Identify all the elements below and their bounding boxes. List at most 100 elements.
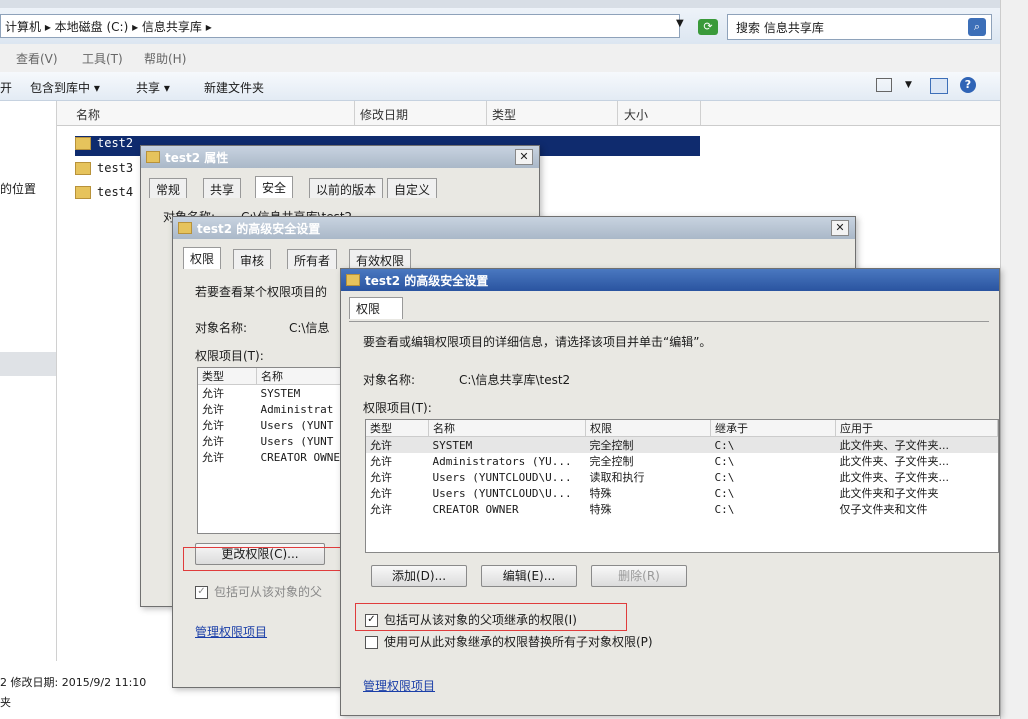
row-applies-to: 此文件夹、子文件夹... [839, 471, 950, 484]
file-row[interactable]: test3 [75, 161, 133, 181]
row-name: Administrators (YU... [432, 454, 572, 468]
open-button[interactable]: 开 [0, 79, 12, 96]
dialog-titlebar: test2 的高级安全设置 [341, 269, 999, 291]
row-permission: 完全控制 [589, 455, 634, 468]
column-divider[interactable] [617, 101, 618, 125]
table-row[interactable]: 允许 CREATOR OWNE [198, 449, 344, 465]
row-name: SYSTEM [260, 386, 301, 400]
column-type[interactable]: 类型 [492, 106, 516, 123]
column-divider[interactable] [700, 101, 701, 125]
tab-effective-permissions[interactable]: 有效权限 [349, 249, 412, 269]
advanced-security-dialog-front: test2 的高级安全设置 权限 要查看或编辑权限项目的详细信息，请选择该项目并… [340, 268, 1000, 716]
inherit-checkbox-row[interactable]: ✓ 包括可从该对象的父 [195, 583, 322, 600]
tab-permissions[interactable]: 权限 [349, 297, 403, 319]
table-row[interactable]: 允许 CREATOR OWNER 特殊 C:\ 仅子文件夹和文件 [366, 501, 998, 517]
column-applies-to[interactable]: 应用于 [835, 420, 998, 437]
column-name[interactable]: 名称 [428, 420, 586, 437]
new-folder-button[interactable]: 新建文件夹 [204, 79, 264, 96]
table-row[interactable]: 允许 Users (YUNT [198, 433, 344, 449]
edit-button[interactable]: 编辑(E)... [481, 565, 577, 587]
row-inherited-from: C:\ [714, 502, 735, 516]
tab-owner[interactable]: 所有者 [287, 249, 338, 269]
folder-icon [178, 222, 192, 234]
close-icon[interactable]: ✕ [831, 220, 849, 236]
close-icon[interactable]: ✕ [515, 149, 533, 165]
checkbox[interactable]: ✓ [195, 586, 208, 599]
view-dropdown-icon[interactable]: ▼ [905, 80, 912, 90]
table-row[interactable]: 允许 Users (YUNTCLOUD\U... 读取和执行 C:\ 此文件夹、子文件夹… [366, 469, 998, 485]
permission-list[interactable]: 类型 名称 允许 SYSTEM 允许 Administrat 允许 Users (YUN… [197, 367, 349, 534]
replace-label: 使用可从此对象继承的权限替换所有子对象权限(P) [384, 635, 653, 649]
dialog-title: test2 的高级安全设置 [197, 222, 321, 236]
breadcrumb[interactable]: 计算机 ▸ 本地磁盘 (C:) ▸ 信息共享库 ▸ [0, 14, 680, 38]
tab-security[interactable]: 安全 [255, 176, 294, 198]
scrollbar[interactable] [1000, 0, 1028, 719]
row-name: Administrat [260, 402, 334, 416]
row-applies-to: 此文件夹、子文件夹... [839, 439, 950, 452]
nav-item-locations[interactable]: 的位置 [0, 180, 36, 197]
menu-help[interactable]: 帮助(H) [144, 50, 186, 67]
folder-icon [75, 162, 91, 175]
column-type[interactable]: 类型 [366, 420, 429, 437]
search-icon[interactable]: ⌕ [968, 18, 986, 36]
permission-list[interactable]: 类型 名称 权限 继承于 应用于 允许 SYSTEM 完全控制 C:\ 此文件夹、子文件… [365, 419, 999, 553]
column-name[interactable]: 名称 [256, 368, 345, 385]
column-divider[interactable] [354, 101, 355, 125]
table-row[interactable]: 允许 Users (YUNT [198, 417, 344, 433]
tab-previous-versions[interactable]: 以前的版本 [309, 178, 384, 198]
view-options-icon[interactable] [876, 78, 892, 92]
manage-permissions-link[interactable]: 管理权限项目 [363, 677, 435, 694]
delete-button[interactable]: 删除(R) [591, 565, 687, 587]
row-permission: 特殊 [589, 503, 612, 516]
row-type: 允许 [202, 435, 224, 448]
tab-auditing[interactable]: 审核 [233, 249, 272, 269]
replace-checkbox-row[interactable]: 使用可从此对象继承的权限替换所有子对象权限(P) [365, 633, 653, 650]
row-inherited-from: C:\ [714, 438, 735, 452]
chevron-down-icon[interactable]: ▼ [676, 18, 684, 29]
object-name-label: 对象名称: [195, 321, 248, 335]
include-in-library-button[interactable]: 包含到库中 ▾ [30, 79, 100, 96]
column-inherited-from[interactable]: 继承于 [710, 420, 836, 437]
row-type: 允许 [202, 419, 224, 432]
row-type: 允许 [202, 451, 224, 464]
table-row[interactable]: 允许 Administrators (YU... 完全控制 C:\ 此文件夹、子文件夹.… [366, 453, 998, 469]
tab-sharing[interactable]: 共享 [203, 178, 242, 198]
checkbox[interactable] [365, 636, 378, 649]
column-type[interactable]: 类型 [198, 368, 257, 385]
tab-general[interactable]: 常规 [149, 178, 188, 198]
inherit-label: 包括可从该对象的父 [214, 585, 323, 599]
row-type: 允许 [370, 455, 392, 468]
column-name[interactable]: 名称 [76, 106, 100, 123]
row-name: Users (YUNTCLOUD\U... [432, 486, 572, 500]
menu-tools[interactable]: 工具(T) [82, 50, 123, 67]
table-row[interactable]: 允许 SYSTEM [198, 385, 344, 402]
row-name: Users (YUNTCLOUD\U... [432, 470, 572, 484]
tab-strip: 常规 共享 安全 以前的版本 自定义 [149, 176, 529, 200]
add-button[interactable]: 添加(D)... [371, 565, 467, 587]
column-header [57, 101, 1000, 126]
tab-customize[interactable]: 自定义 [387, 178, 438, 198]
table-row[interactable]: 允许 Users (YUNTCLOUD\U... 特殊 C:\ 此文件夹和子文件夹 [366, 485, 998, 501]
column-date[interactable]: 修改日期 [360, 106, 408, 123]
file-row[interactable]: test4 [75, 185, 133, 205]
dialog-titlebar: test2 的高级安全设置 ✕ [173, 217, 855, 239]
share-button[interactable]: 共享 ▾ [136, 79, 170, 96]
tab-permissions[interactable]: 权限 [183, 247, 222, 269]
column-divider[interactable] [486, 101, 487, 125]
object-name-label: 对象名称: [363, 373, 416, 387]
folder-icon [75, 137, 91, 150]
dialog-titlebar: test2 属性 ✕ [141, 146, 539, 168]
table-row[interactable]: 允许 Administrat [198, 401, 344, 417]
status-modified: 2 修改日期: 2015/9/2 11:10 [0, 676, 147, 689]
table-row[interactable]: 允许 SYSTEM 完全控制 C:\ 此文件夹、子文件夹... [366, 436, 998, 453]
refresh-icon[interactable]: ⟳ [698, 19, 718, 35]
manage-permissions-link[interactable]: 管理权限项目 [195, 623, 267, 640]
search-input[interactable]: 搜索 信息共享库 [727, 14, 992, 40]
preview-pane-icon[interactable] [930, 78, 948, 94]
column-size[interactable]: 大小 [624, 106, 648, 123]
help-icon[interactable]: ? [960, 77, 976, 93]
row-applies-to: 仅子文件夹和文件 [839, 503, 928, 516]
nav-separator [0, 352, 56, 376]
menu-view[interactable]: 查看(V) [16, 50, 58, 67]
column-permission[interactable]: 权限 [585, 420, 711, 437]
